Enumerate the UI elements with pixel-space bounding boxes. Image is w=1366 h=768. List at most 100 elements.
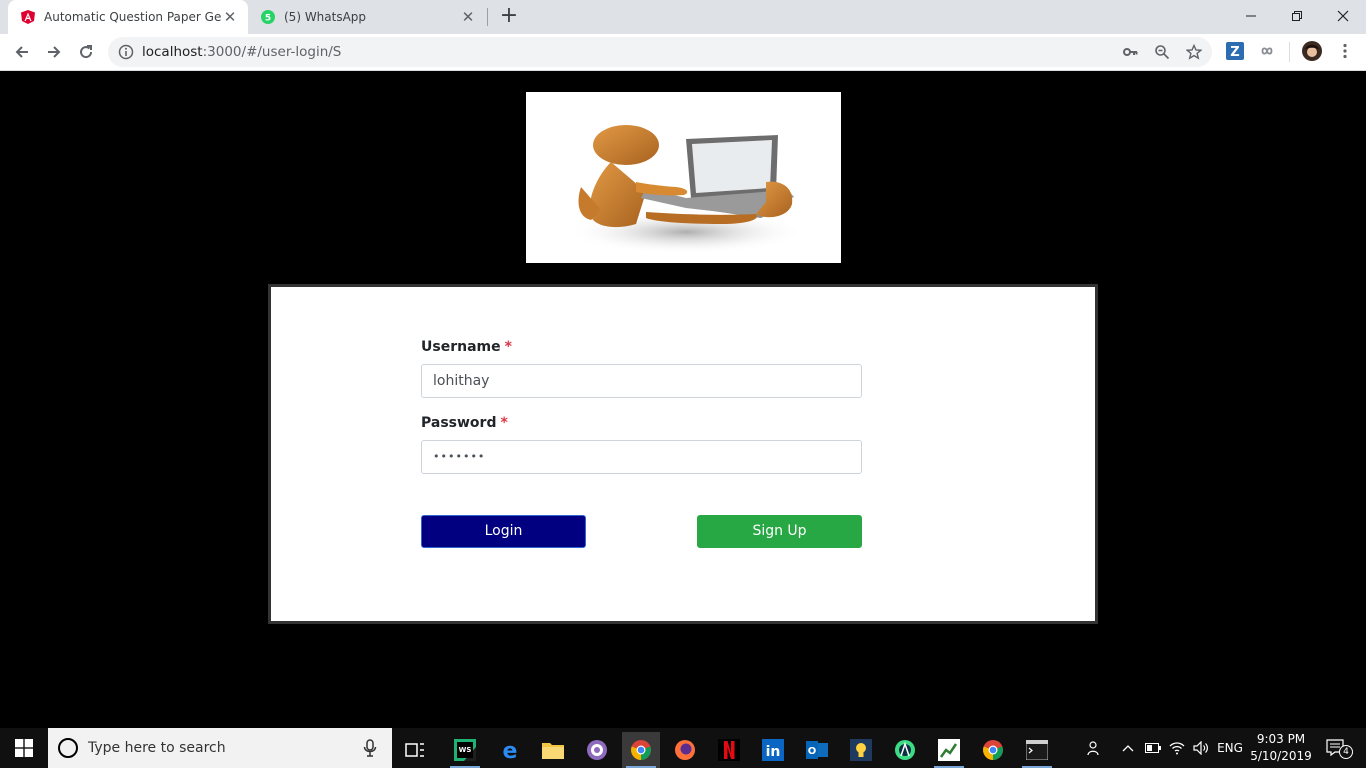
task-view-icon [405, 743, 424, 757]
show-hidden-icons-button[interactable] [1118, 728, 1138, 768]
volume-indicator[interactable] [1190, 728, 1212, 768]
browser-toolbar: localhost:3000/#/user-login/S Z [0, 34, 1366, 71]
svg-text:Z: Z [1230, 45, 1239, 60]
webstorm-app[interactable]: WS [446, 732, 484, 768]
required-marker: * [504, 339, 512, 355]
svg-text:WS: WS [459, 746, 472, 754]
file-explorer-app[interactable] [534, 732, 572, 768]
toolbar-divider [1289, 42, 1290, 62]
linkedin-icon: in [762, 739, 784, 761]
signup-button[interactable]: Sign Up [697, 515, 862, 548]
action-center-button[interactable]: 4 [1318, 728, 1354, 768]
microphone-icon[interactable] [362, 739, 378, 757]
url-path: :3000/#/user-login/S [202, 44, 342, 60]
firefox-app[interactable] [666, 732, 704, 768]
person-with-laptop-icon [566, 125, 806, 254]
bookmark-star-icon[interactable] [1186, 44, 1202, 60]
login-card: Username * lohithay Password * ••••••• Log… [268, 284, 1098, 624]
chrome-menu-icon[interactable] [1336, 42, 1354, 60]
purple-app[interactable] [578, 732, 616, 768]
address-bar[interactable]: localhost:3000/#/user-login/S [108, 37, 1212, 67]
url-text[interactable]: localhost:3000/#/user-login/S [142, 44, 341, 60]
site-info-icon[interactable] [118, 44, 134, 60]
speaker-icon [1193, 741, 1208, 755]
battery-indicator[interactable] [1142, 728, 1164, 768]
green-app[interactable] [930, 732, 968, 768]
outlook-icon: O [806, 741, 828, 759]
minimize-icon [1246, 15, 1256, 17]
taskbar-search[interactable]: Type here to search [48, 728, 392, 768]
app-icon [587, 740, 607, 760]
infinity-extension-icon[interactable] [1258, 42, 1276, 60]
chrome-icon [631, 740, 651, 760]
chrome-app[interactable] [622, 732, 660, 768]
svg-text:in: in [766, 744, 781, 760]
task-view-button[interactable] [396, 732, 434, 768]
tab-title: Automatic Question Paper Gener [44, 10, 222, 24]
whatsapp-icon: 5 [260, 9, 276, 25]
new-tab-button[interactable]: + [497, 5, 521, 29]
back-arrow-icon [15, 46, 28, 58]
network-indicator[interactable] [1166, 728, 1188, 768]
cortana-icon [58, 738, 78, 758]
lightbulb-icon [850, 739, 872, 761]
tab-whatsapp[interactable]: 5 (5) WhatsApp ✕ [248, 0, 486, 34]
windows-logo-icon [15, 739, 33, 757]
url-host: localhost [142, 44, 203, 60]
username-label: Username * [421, 339, 512, 355]
edge-icon: e [503, 739, 518, 761]
search-placeholder: Type here to search [88, 740, 226, 756]
svg-text:e: e [503, 739, 518, 761]
tab-strip: Automatic Question Paper Gener ✕ 5 (5) W… [0, 0, 1366, 34]
tab-question-paper[interactable]: Automatic Question Paper Gener ✕ [8, 0, 248, 34]
folder-icon [542, 743, 564, 759]
start-button[interactable] [0, 728, 48, 768]
command-prompt-app[interactable] [1018, 732, 1056, 768]
key-icon[interactable] [1122, 44, 1138, 60]
minimize-button[interactable] [1228, 0, 1274, 32]
system-clock[interactable]: 9:03 PM 5/10/2019 [1250, 731, 1312, 765]
close-tab-icon[interactable]: ✕ [222, 9, 238, 25]
username-input[interactable]: lohithay [421, 364, 862, 398]
chrome-app-2[interactable] [974, 732, 1012, 768]
chrome-icon [983, 740, 1003, 760]
firefox-icon [675, 740, 695, 760]
forward-button[interactable] [40, 38, 68, 66]
cmd-icon [1026, 740, 1048, 760]
back-button[interactable] [8, 38, 36, 66]
wifi-icon [1169, 742, 1185, 755]
username-label-text: Username [421, 339, 501, 355]
linkedin-app[interactable]: in [754, 732, 792, 768]
close-icon [1337, 10, 1349, 22]
edge-app[interactable]: e [491, 732, 529, 768]
password-input[interactable]: ••••••• [421, 440, 862, 474]
whatsapp-badge: 5 [265, 14, 271, 24]
input-language[interactable]: ENG [1214, 728, 1246, 768]
windows-taskbar: Type here to search WS e in O ENG 9:03 P… [0, 728, 1366, 768]
battery-icon [1145, 743, 1161, 753]
close-window-button[interactable] [1320, 0, 1366, 32]
outlook-app[interactable]: O [798, 732, 836, 768]
password-label: Password * [421, 415, 508, 431]
tips-app[interactable] [842, 732, 880, 768]
profile-avatar[interactable] [1302, 41, 1322, 61]
zoom-icon[interactable] [1154, 44, 1170, 60]
tab-separator [487, 8, 488, 26]
webstorm-icon: WS [454, 739, 476, 761]
restore-button[interactable] [1274, 0, 1320, 32]
reload-icon [80, 45, 93, 59]
svg-text:O: O [808, 746, 817, 757]
chevron-up-icon [1122, 745, 1134, 752]
restore-icon [1292, 11, 1302, 21]
close-tab-icon[interactable]: ✕ [460, 9, 476, 25]
required-marker: * [500, 415, 508, 431]
people-button[interactable] [1080, 728, 1108, 768]
angular-icon [20, 9, 36, 25]
android-studio-app[interactable] [886, 732, 924, 768]
netflix-icon [718, 739, 740, 761]
netflix-app[interactable] [710, 732, 748, 768]
clock-time: 9:03 PM [1256, 732, 1306, 746]
reload-button[interactable] [72, 38, 100, 66]
login-button[interactable]: Login [421, 515, 586, 548]
zotero-extension-icon[interactable]: Z [1226, 42, 1244, 60]
